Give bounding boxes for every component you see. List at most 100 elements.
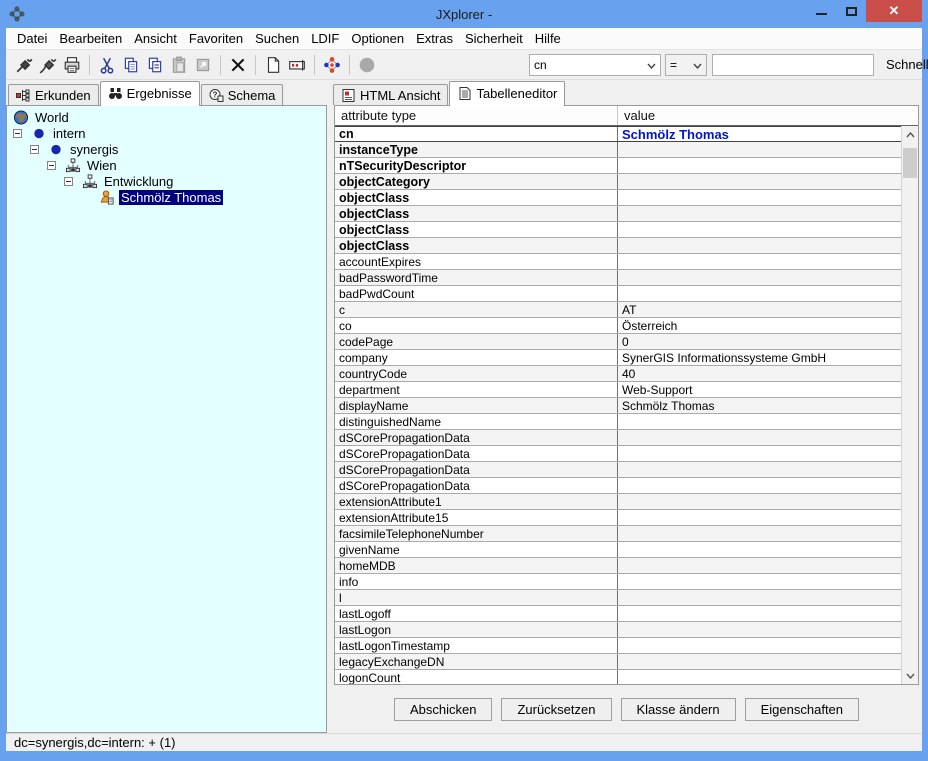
tree-node-wien[interactable]: Wien [11, 157, 326, 173]
attribute-type-cell[interactable]: objectClass [335, 206, 618, 221]
menu-item-extras[interactable]: Extras [410, 28, 459, 49]
close-button[interactable]: ✕ [866, 0, 922, 22]
attribute-type-cell[interactable]: nTSecurityDescriptor [335, 158, 618, 173]
attribute-type-cell[interactable]: instanceType [335, 142, 618, 157]
maximize-button[interactable] [836, 0, 866, 22]
minimize-button[interactable] [806, 0, 836, 22]
attribute-type-cell[interactable]: badPasswordTime [335, 270, 618, 285]
attribute-type-cell[interactable]: extensionAttribute1 [335, 494, 618, 509]
cut-button[interactable] [95, 53, 119, 77]
attribute-type-cell[interactable]: objectCategory [335, 174, 618, 189]
attribute-value-cell[interactable]: Schmölz Thomas [618, 127, 901, 141]
attribute-type-cell[interactable]: extensionAttribute15 [335, 510, 618, 525]
collapse-toggle-icon[interactable] [64, 177, 73, 186]
attribute-value-cell[interactable] [618, 206, 901, 221]
tree-node-entwicklung[interactable]: Entwicklung [11, 173, 326, 189]
tab-erkunden[interactable]: Erkunden [8, 84, 99, 105]
attribute-type-cell[interactable]: codePage [335, 334, 618, 349]
attribute-value-cell[interactable] [618, 494, 901, 509]
copy-dn-button[interactable] [143, 53, 167, 77]
attribute-type-cell[interactable]: displayName [335, 398, 618, 413]
zurucksetzen-button[interactable]: Zurücksetzen [501, 698, 611, 721]
attribute-value-cell[interactable]: SynerGIS Informationssysteme GmbH [618, 350, 901, 365]
attribute-value-cell[interactable] [618, 238, 901, 253]
eigenschaften-button[interactable]: Eigenschaften [745, 698, 859, 721]
tree-node-schmölz-thomas[interactable]: Schmölz Thomas [11, 189, 326, 205]
attribute-value-cell[interactable] [618, 254, 901, 269]
rename-button[interactable] [285, 53, 309, 77]
attribute-value-cell[interactable]: 0 [618, 334, 901, 349]
delete-button[interactable] [226, 53, 250, 77]
attribute-value-cell[interactable] [618, 446, 901, 461]
tab-tabelleneditor[interactable]: Tabelleneditor [449, 81, 565, 106]
attribute-value-cell[interactable] [618, 142, 901, 157]
attribute-type-cell[interactable]: badPwdCount [335, 286, 618, 301]
disconnect-button[interactable] [36, 53, 60, 77]
attribute-type-cell[interactable]: accountExpires [335, 254, 618, 269]
menu-item-ldif[interactable]: LDIF [305, 28, 345, 49]
attribute-value-cell[interactable] [618, 430, 901, 445]
attribute-type-cell[interactable]: objectClass [335, 190, 618, 205]
attribute-type-cell[interactable]: dSCorePropagationData [335, 478, 618, 493]
attribute-type-cell[interactable]: lastLogon [335, 622, 618, 637]
menu-item-sicherheit[interactable]: Sicherheit [459, 28, 529, 49]
attribute-value-cell[interactable] [618, 158, 901, 173]
menu-item-ansicht[interactable]: Ansicht [128, 28, 183, 49]
tab-ergebnisse[interactable]: Ergebnisse [100, 81, 200, 106]
attribute-value-cell[interactable]: Österreich [618, 318, 901, 333]
tree-node-synergis[interactable]: synergis [11, 141, 326, 157]
attribute-value-cell[interactable] [618, 654, 901, 669]
attribute-type-cell[interactable]: dSCorePropagationData [335, 430, 618, 445]
tab-html-ansicht[interactable]: HTML Ansicht [333, 84, 448, 105]
new-entry-button[interactable] [261, 53, 285, 77]
attribute-value-cell[interactable] [618, 622, 901, 637]
attribute-value-cell[interactable] [618, 270, 901, 285]
menu-item-suchen[interactable]: Suchen [249, 28, 305, 49]
attribute-value-cell[interactable]: Web-Support [618, 382, 901, 397]
attribute-value-cell[interactable] [618, 558, 901, 573]
scrollbar-thumb[interactable] [903, 148, 917, 178]
tree-node-world[interactable]: World [11, 109, 326, 125]
attribute-type-cell[interactable]: c [335, 302, 618, 317]
collapse-toggle-icon[interactable] [47, 161, 56, 170]
attribute-value-cell[interactable] [618, 222, 901, 237]
attribute-type-cell[interactable]: objectClass [335, 222, 618, 237]
attribute-value-cell[interactable] [618, 174, 901, 189]
attribute-value-cell[interactable] [618, 478, 901, 493]
attribute-type-cell[interactable]: logonCount [335, 670, 618, 684]
attribute-type-cell[interactable]: lastLogoff [335, 606, 618, 621]
attribute-value-cell[interactable] [618, 638, 901, 653]
klasse-andern-button[interactable]: Klasse ändern [621, 698, 736, 721]
attribute-value-cell[interactable] [618, 542, 901, 557]
attribute-value-cell[interactable] [618, 414, 901, 429]
abschicken-button[interactable]: Abschicken [394, 698, 492, 721]
menu-item-bearbeiten[interactable]: Bearbeiten [53, 28, 128, 49]
scrollbar-track[interactable] [902, 143, 918, 667]
attribute-value-cell[interactable] [618, 526, 901, 541]
attribute-value-cell[interactable] [618, 606, 901, 621]
search-operator-select[interactable]: = [665, 54, 707, 76]
attribute-value-cell[interactable] [618, 574, 901, 589]
attribute-type-cell[interactable]: objectClass [335, 238, 618, 253]
attribute-type-cell[interactable]: dSCorePropagationData [335, 446, 618, 461]
attribute-value-cell[interactable] [618, 286, 901, 301]
attribute-value-cell[interactable] [618, 510, 901, 525]
search-attribute-select[interactable]: cn [529, 54, 661, 76]
quick-search-input[interactable] [712, 54, 874, 76]
collapse-toggle-icon[interactable] [13, 129, 22, 138]
attribute-type-cell[interactable]: l [335, 590, 618, 605]
attribute-type-cell[interactable]: facsimileTelephoneNumber [335, 526, 618, 541]
tab-schema[interactable]: ?Schema [201, 84, 284, 105]
attribute-type-cell[interactable]: dSCorePropagationData [335, 462, 618, 477]
menu-item-hilfe[interactable]: Hilfe [529, 28, 567, 49]
attribute-value-cell[interactable] [618, 462, 901, 477]
attribute-type-cell[interactable]: lastLogonTimestamp [335, 638, 618, 653]
attribute-value-cell[interactable]: AT [618, 302, 901, 317]
attribute-type-cell[interactable]: company [335, 350, 618, 365]
table-scrollbar[interactable] [901, 126, 918, 684]
connect-button[interactable] [12, 53, 36, 77]
attribute-type-cell[interactable]: distinguishedName [335, 414, 618, 429]
directory-tree[interactable]: WorldinternsynergisWienEntwicklungSchmöl… [6, 105, 327, 733]
attribute-type-cell[interactable]: info [335, 574, 618, 589]
tree-node-intern[interactable]: intern [11, 125, 326, 141]
